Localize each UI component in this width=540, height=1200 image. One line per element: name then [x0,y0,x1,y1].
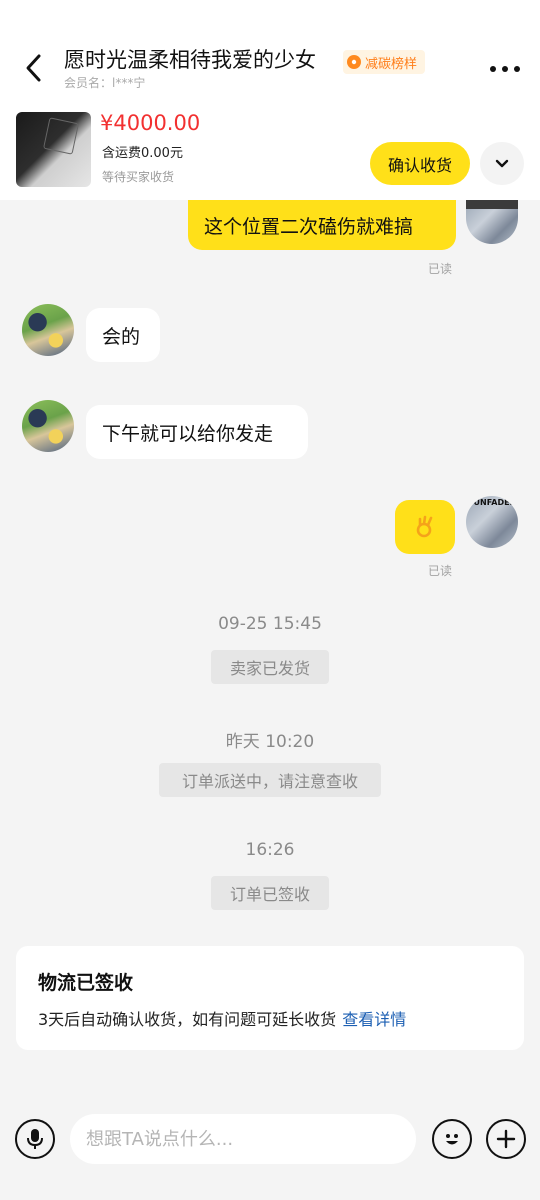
order-status: 等待买家收货 [102,170,175,184]
chevron-down-icon [495,159,509,167]
chat-partner-name: 愿时光温柔相待我爱的少女 [64,48,316,72]
avatar[interactable] [22,304,74,356]
avatar[interactable] [466,200,518,244]
system-message: 卖家已发货 [211,650,329,684]
message-bubble-other[interactable]: 下午就可以给你发走 [86,405,308,459]
leaf-icon [347,55,361,69]
expand-order-button[interactable] [480,142,524,185]
message-bubble-self[interactable]: 这个位置二次磕伤就难搞 [188,200,456,250]
product-price: ¥4000.00 [100,111,201,135]
timestamp: 16:26 [245,840,295,860]
ok-hand-icon [416,515,433,538]
badge-label: 减碳榜样 [365,56,418,72]
message-bubble-other[interactable]: 会的 [86,308,160,362]
read-receipt: 已读 [428,262,453,276]
logistics-card: 物流已签收 3天后自动确认收货，如有问题可延长收货 查看详情 [16,946,524,1050]
smiley-face-icon [446,1134,458,1145]
more-actions-button[interactable] [486,1119,526,1159]
confirm-receipt-button[interactable]: 确认收货 [370,142,470,185]
member-name: 会员名：l***宁 [64,76,146,90]
product-thumbnail[interactable] [16,112,91,187]
logistics-body: 3天后自动确认收货，如有问题可延长收货 查看详情 [38,1006,406,1030]
message-input[interactable] [70,1114,416,1164]
avatar[interactable]: SUNFADED [466,496,518,548]
voice-input-button[interactable] [15,1119,55,1159]
avatar[interactable] [22,400,74,452]
more-options-icon[interactable] [488,64,522,74]
emoji-button[interactable] [432,1119,472,1159]
system-message: 订单已签收 [211,876,329,910]
order-header: 愿时光温柔相待我爱的少女 减碳榜样 会员名：l***宁 ¥4000.00 含运费… [0,0,540,200]
view-details-link[interactable]: 查看详情 [342,1010,406,1029]
read-receipt: 已读 [428,564,453,578]
timestamp: 昨天 10:20 [225,732,315,752]
microphone-icon [27,1129,43,1149]
logistics-body-text: 3天后自动确认收货，如有问题可延长收货 [38,1010,337,1029]
logistics-title: 物流已签收 [38,972,134,994]
low-carbon-badge[interactable]: 减碳榜样 [343,50,426,74]
shipping-fee: 含运费0.00元 [102,146,183,161]
emoji-message-bubble[interactable] [395,500,455,554]
avatar-caption: SUNFADED [467,498,517,507]
plus-icon [496,1129,516,1149]
timestamp: 09-25 15:45 [218,614,322,634]
back-arrow-icon[interactable] [20,52,48,84]
system-message: 订单派送中，请注意查收 [159,763,381,797]
